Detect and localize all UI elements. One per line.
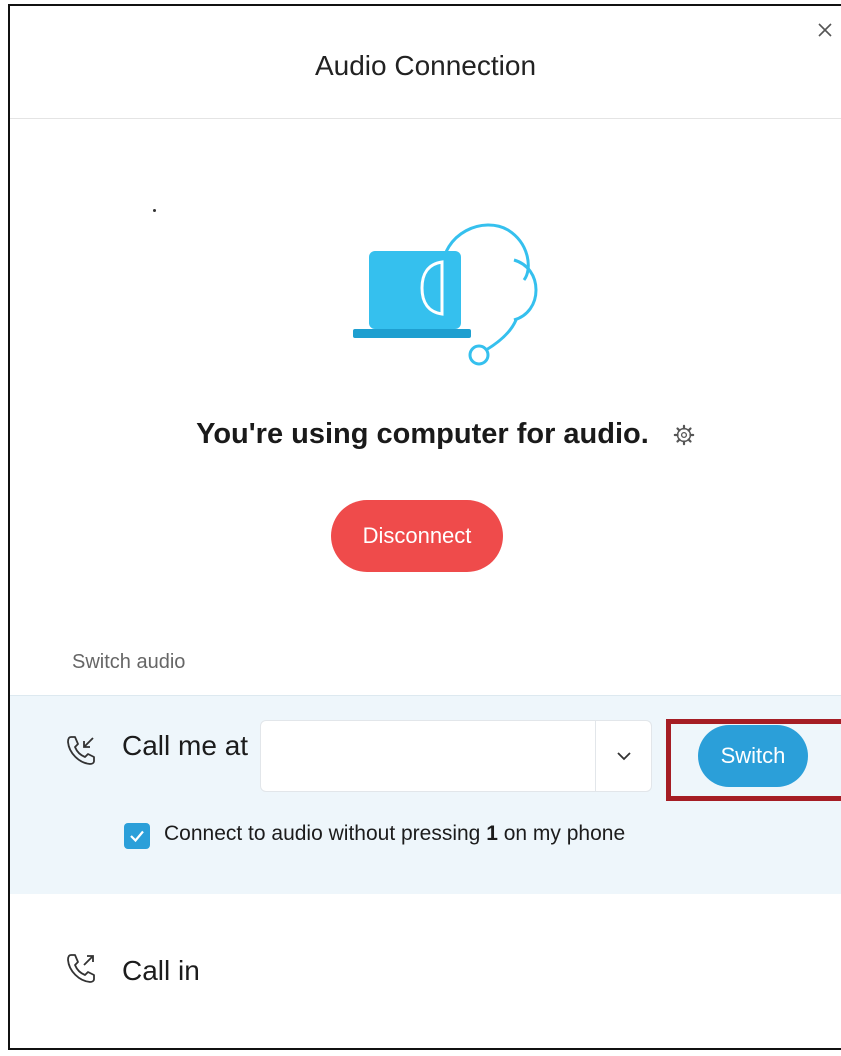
phone-outgoing-icon: [67, 954, 95, 983]
switch-highlight-box: [666, 719, 841, 801]
auto-connect-checkbox[interactable]: [124, 823, 150, 849]
chevron-down-icon: [616, 752, 631, 761]
audio-status: You're using computer for audio.: [10, 418, 841, 451]
close-button[interactable]: [813, 18, 837, 42]
status-text: You're using computer for audio.: [196, 418, 649, 450]
dialog-header: Audio Connection: [10, 6, 841, 119]
auto-connect-text-after: on my phone: [497, 822, 626, 845]
close-icon: [818, 23, 832, 37]
phone-number-input[interactable]: [261, 721, 595, 791]
phone-dropdown-button[interactable]: [596, 721, 651, 791]
phone-number-field: [260, 720, 652, 792]
disconnect-button[interactable]: Disconnect: [331, 500, 503, 572]
gear-icon[interactable]: [673, 424, 695, 446]
audio-connection-dialog: Audio Connection You're using computer f…: [8, 4, 841, 1050]
auto-connect-label: Connect to audio without pressing 1 on m…: [164, 822, 625, 846]
call-me-label: Call me at: [122, 730, 249, 761]
dialog-title: Audio Connection: [314, 50, 537, 81]
call-me-panel: Call me at Switch Connect to audio witho…: [10, 695, 841, 894]
phone-incoming-icon: [67, 736, 95, 765]
auto-connect-text-before: Connect to audio without pressing: [164, 822, 487, 845]
switch-audio-label: Switch audio: [72, 651, 186, 673]
computer-headset-illustration: [353, 223, 538, 366]
call-in-option[interactable]: Call in: [10, 893, 841, 1033]
checkmark-icon: [130, 830, 144, 843]
stray-dot: [153, 209, 156, 212]
auto-connect-key: 1: [486, 822, 498, 845]
call-in-label: Call in: [122, 955, 200, 986]
